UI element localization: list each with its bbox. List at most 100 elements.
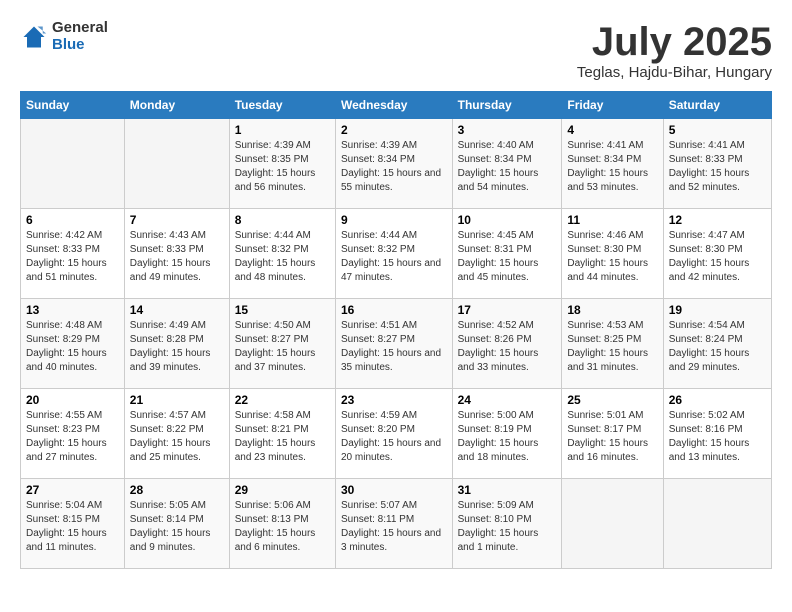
day-number: 11 — [567, 213, 657, 227]
day-detail: Sunrise: 4:44 AMSunset: 8:32 PMDaylight:… — [235, 229, 330, 285]
calendar-cell: 20 Sunrise: 4:55 AMSunset: 8:23 PMDayligh… — [21, 389, 125, 479]
day-detail: Sunrise: 4:39 AMSunset: 8:35 PMDaylight:… — [235, 139, 330, 195]
calendar-cell: 2Sunrise: 4:39 AMSunset: 8:34 PMDaylight… — [335, 119, 452, 209]
calendar-cell: 13 Sunrise: 4:48 AMSunset: 8:29 PMDayligh… — [21, 299, 125, 389]
day-detail: Sunrise: 4:59 AMSunset: 8:20 PMDaylight:… — [341, 409, 447, 465]
calendar-cell — [562, 479, 663, 569]
day-detail: Sunrise: 5:06 AMSunset: 8:13 PMDaylight:… — [235, 499, 330, 555]
calendar-cell: 27 Sunrise: 5:04 AMSunset: 8:15 PMDayligh… — [21, 479, 125, 569]
calendar-cell: 16 Sunrise: 4:51 AMSunset: 8:27 PMDayligh… — [335, 299, 452, 389]
day-detail: Sunrise: 4:41 AMSunset: 8:33 PMDaylight:… — [669, 139, 766, 195]
day-number: 7 — [130, 213, 224, 227]
day-number: 28 — [130, 483, 224, 497]
column-header-sunday: Sunday — [21, 92, 125, 119]
day-detail: Sunrise: 4:39 AMSunset: 8:34 PMDaylight:… — [341, 139, 447, 195]
calendar-cell: 5 Sunrise: 4:41 AMSunset: 8:33 PMDaylight… — [663, 119, 771, 209]
day-number: 30 — [341, 483, 447, 497]
day-detail: Sunrise: 4:55 AMSunset: 8:23 PMDaylight:… — [26, 409, 119, 465]
day-detail: Sunrise: 4:58 AMSunset: 8:21 PMDaylight:… — [235, 409, 330, 465]
day-number: 23 — [341, 393, 447, 407]
day-number: 18 — [567, 303, 657, 317]
column-header-saturday: Saturday — [663, 92, 771, 119]
calendar-week-row: 1 Sunrise: 4:39 AMSunset: 8:35 PMDaylight… — [21, 119, 772, 209]
day-number: 4 — [567, 123, 657, 137]
day-detail: Sunrise: 5:02 AMSunset: 8:16 PMDaylight:… — [669, 409, 766, 465]
column-header-friday: Friday — [562, 92, 663, 119]
calendar-cell: 7 Sunrise: 4:43 AMSunset: 8:33 PMDaylight… — [124, 209, 229, 299]
day-detail: Sunrise: 4:54 AMSunset: 8:24 PMDaylight:… — [669, 319, 766, 375]
calendar-cell: 11 Sunrise: 4:46 AMSunset: 8:30 PMDayligh… — [562, 209, 663, 299]
day-detail: Sunrise: 5:04 AMSunset: 8:15 PMDaylight:… — [26, 499, 119, 555]
day-number: 17 — [458, 303, 557, 317]
location-subtitle: Teglas, Hajdu-Bihar, Hungary — [577, 64, 772, 81]
day-number: 24 — [458, 393, 557, 407]
calendar-cell — [663, 479, 771, 569]
calendar-week-row: 13 Sunrise: 4:48 AMSunset: 8:29 PMDayligh… — [21, 299, 772, 389]
calendar-cell: 17Sunrise: 4:52 AMSunset: 8:26 PMDayligh… — [452, 299, 562, 389]
calendar-cell: 1 Sunrise: 4:39 AMSunset: 8:35 PMDaylight… — [229, 119, 335, 209]
day-number: 8 — [235, 213, 330, 227]
calendar-cell: 19 Sunrise: 4:54 AMSunset: 8:24 PMDayligh… — [663, 299, 771, 389]
calendar-cell: 23 Sunrise: 4:59 AMSunset: 8:20 PMDayligh… — [335, 389, 452, 479]
day-detail: Sunrise: 5:00 AMSunset: 8:19 PMDaylight:… — [458, 409, 557, 465]
day-detail: Sunrise: 4:57 AMSunset: 8:22 PMDaylight:… — [130, 409, 224, 465]
day-number: 9 — [341, 213, 447, 227]
day-detail: Sunrise: 4:50 AMSunset: 8:27 PMDaylight:… — [235, 319, 330, 375]
day-number: 19 — [669, 303, 766, 317]
day-number: 3 — [458, 123, 557, 137]
column-header-tuesday: Tuesday — [229, 92, 335, 119]
day-number: 27 — [26, 483, 119, 497]
month-title: July 2025 — [577, 20, 772, 64]
day-detail: Sunrise: 4:42 AMSunset: 8:33 PMDaylight:… — [26, 229, 119, 285]
column-header-monday: Monday — [124, 92, 229, 119]
day-detail: Sunrise: 5:01 AMSunset: 8:17 PMDaylight:… — [567, 409, 657, 465]
calendar-cell: 8 Sunrise: 4:44 AMSunset: 8:32 PMDaylight… — [229, 209, 335, 299]
calendar-cell: 24 Sunrise: 5:00 AMSunset: 8:19 PMDayligh… — [452, 389, 562, 479]
column-header-thursday: Thursday — [452, 92, 562, 119]
day-detail: Sunrise: 4:48 AMSunset: 8:29 PMDaylight:… — [26, 319, 119, 375]
day-number: 26 — [669, 393, 766, 407]
calendar-cell: 14Sunrise: 4:49 AMSunset: 8:28 PMDayligh… — [124, 299, 229, 389]
day-detail: Sunrise: 4:43 AMSunset: 8:33 PMDaylight:… — [130, 229, 224, 285]
day-number: 21 — [130, 393, 224, 407]
calendar-cell: 12 Sunrise: 4:47 AMSunset: 8:30 PMDayligh… — [663, 209, 771, 299]
day-number: 25 — [567, 393, 657, 407]
day-detail: Sunrise: 5:07 AMSunset: 8:11 PMDaylight:… — [341, 499, 447, 555]
logo-icon — [20, 23, 48, 51]
calendar-cell — [21, 119, 125, 209]
day-number: 5 — [669, 123, 766, 137]
day-detail: Sunrise: 4:46 AMSunset: 8:30 PMDaylight:… — [567, 229, 657, 285]
calendar-cell: 3 Sunrise: 4:40 AMSunset: 8:34 PMDaylight… — [452, 119, 562, 209]
day-number: 1 — [235, 123, 330, 137]
day-detail: Sunrise: 4:51 AMSunset: 8:27 PMDaylight:… — [341, 319, 447, 375]
calendar-cell: 10Sunrise: 4:45 AMSunset: 8:31 PMDayligh… — [452, 209, 562, 299]
calendar-cell: 18Sunrise: 4:53 AMSunset: 8:25 PMDayligh… — [562, 299, 663, 389]
calendar-table: SundayMondayTuesdayWednesdayThursdayFrid… — [20, 91, 772, 569]
day-number: 12 — [669, 213, 766, 227]
day-number: 13 — [26, 303, 119, 317]
logo: General Blue — [20, 20, 108, 53]
calendar-week-row: 20 Sunrise: 4:55 AMSunset: 8:23 PMDayligh… — [21, 389, 772, 479]
calendar-cell: 29Sunrise: 5:06 AMSunset: 8:13 PMDayligh… — [229, 479, 335, 569]
day-number: 6 — [26, 213, 119, 227]
page-header: General Blue July 2025 Teglas, Hajdu-Bih… — [20, 20, 772, 81]
calendar-cell: 31Sunrise: 5:09 AMSunset: 8:10 PMDayligh… — [452, 479, 562, 569]
day-detail: Sunrise: 4:45 AMSunset: 8:31 PMDaylight:… — [458, 229, 557, 285]
calendar-header-row: SundayMondayTuesdayWednesdayThursdayFrid… — [21, 92, 772, 119]
title-area: July 2025 Teglas, Hajdu-Bihar, Hungary — [577, 20, 772, 81]
day-number: 16 — [341, 303, 447, 317]
calendar-cell: 22 Sunrise: 4:58 AMSunset: 8:21 PMDayligh… — [229, 389, 335, 479]
calendar-week-row: 6 Sunrise: 4:42 AMSunset: 8:33 PMDaylight… — [21, 209, 772, 299]
day-number: 20 — [26, 393, 119, 407]
day-detail: Sunrise: 4:49 AMSunset: 8:28 PMDaylight:… — [130, 319, 224, 375]
day-detail: Sunrise: 4:47 AMSunset: 8:30 PMDaylight:… — [669, 229, 766, 285]
calendar-cell: 6 Sunrise: 4:42 AMSunset: 8:33 PMDaylight… — [21, 209, 125, 299]
day-detail: Sunrise: 5:05 AMSunset: 8:14 PMDaylight:… — [130, 499, 224, 555]
day-detail: Sunrise: 4:41 AMSunset: 8:34 PMDaylight:… — [567, 139, 657, 195]
calendar-cell: 4 Sunrise: 4:41 AMSunset: 8:34 PMDaylight… — [562, 119, 663, 209]
logo-text: General Blue — [52, 20, 108, 53]
calendar-cell: 15Sunrise: 4:50 AMSunset: 8:27 PMDayligh… — [229, 299, 335, 389]
day-detail: Sunrise: 4:40 AMSunset: 8:34 PMDaylight:… — [458, 139, 557, 195]
day-number: 22 — [235, 393, 330, 407]
calendar-cell — [124, 119, 229, 209]
